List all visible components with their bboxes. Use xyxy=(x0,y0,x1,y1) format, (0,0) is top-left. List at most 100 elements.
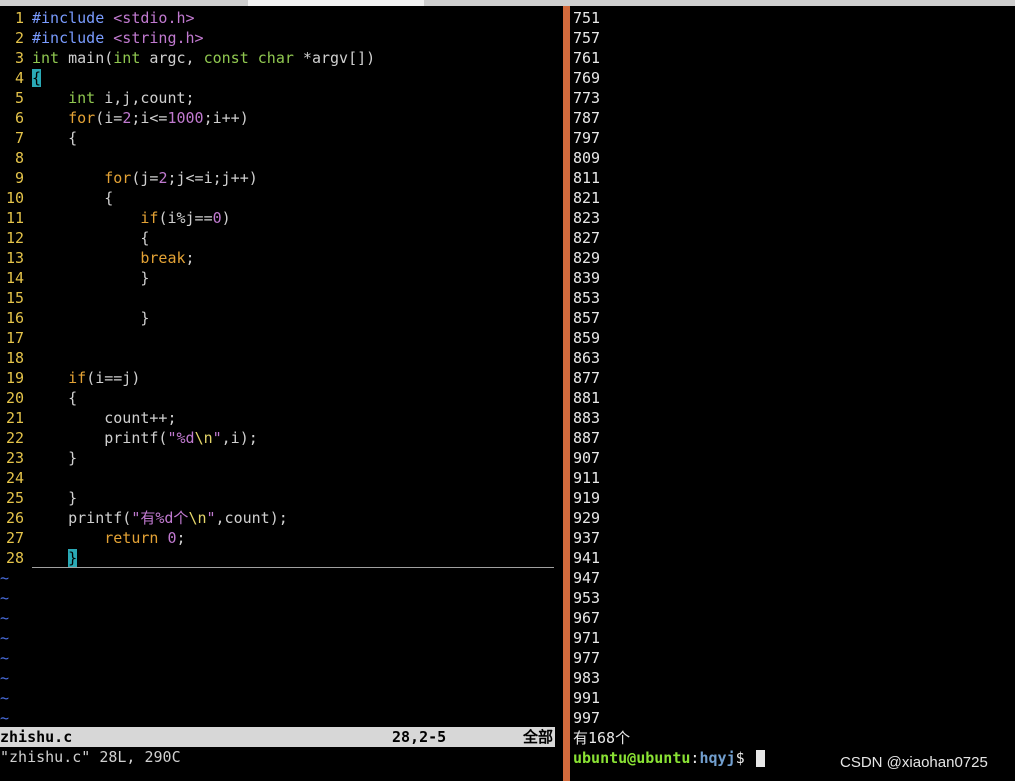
prompt-path: hqyj xyxy=(699,749,736,767)
code-line[interactable]: 9 for(j=2;j<=i;j++) xyxy=(0,168,258,188)
code-line[interactable]: 5 int i,j,count; xyxy=(0,88,195,108)
terminal-output-line: 983 xyxy=(573,669,601,687)
status-scroll-percent: 全部 xyxy=(522,728,553,746)
line-number: 21 xyxy=(5,409,24,427)
code-text: break; xyxy=(140,249,195,267)
code-text: } xyxy=(68,549,78,567)
terminal-output-line: 773 xyxy=(573,89,601,107)
code-text: count++; xyxy=(32,409,177,427)
terminal-output-line: 859 xyxy=(573,329,601,347)
code-text: } xyxy=(32,489,78,507)
terminal-output-line: 827 xyxy=(573,229,601,247)
line-number: 6 xyxy=(14,109,24,127)
line-number: 16 xyxy=(5,309,24,327)
code-line[interactable]: 12 { xyxy=(0,228,149,248)
empty-line-tilde: ~ xyxy=(0,689,10,707)
code-text: printf("%d\n",i); xyxy=(32,429,258,447)
code-text: #include <stdio.h> xyxy=(32,9,195,27)
line-number: 27 xyxy=(5,529,24,547)
terminal-output-line: 821 xyxy=(573,189,601,207)
code-line[interactable]: 26 printf("有%d个\n",count); xyxy=(0,508,288,528)
code-line[interactable]: 3 int main(int argc, const char *argv[]) xyxy=(0,48,375,68)
shell-prompt[interactable]: ubuntu@ubuntu:hqyj$ xyxy=(573,748,765,768)
terminal-output-line: 761 xyxy=(573,49,601,67)
line-number: 26 xyxy=(5,509,24,527)
status-filename: zhishu.c xyxy=(0,728,73,746)
code-text: { xyxy=(32,389,78,407)
line-number: 11 xyxy=(5,209,24,227)
code-text: { xyxy=(32,129,78,147)
code-line[interactable]: 11 if(i%j==0) xyxy=(0,208,231,228)
code-text: #include <string.h> xyxy=(32,29,204,47)
code-text: } xyxy=(32,269,150,287)
terminal-output-line: 977 xyxy=(573,649,601,667)
code-line[interactable]: 22 printf("%d\n",i); xyxy=(0,428,258,448)
code-line[interactable]: 10 { xyxy=(0,188,113,208)
line-number: 19 xyxy=(5,369,24,387)
code-line[interactable]: 2 #include <string.h> xyxy=(0,28,204,48)
status-cursor-position: 28,2-5 xyxy=(392,728,447,746)
code-text: if(i==j) xyxy=(68,369,141,387)
line-number: 5 xyxy=(14,89,24,107)
line-number: 25 xyxy=(5,489,24,507)
code-line[interactable]: 27 return 0; xyxy=(0,528,186,548)
code-line[interactable]: 14 } xyxy=(0,268,149,288)
code-line[interactable]: 7 { xyxy=(0,128,77,148)
line-number: 24 xyxy=(5,469,24,487)
code-text: return 0; xyxy=(104,529,186,547)
terminal-output-line: 929 xyxy=(573,509,601,527)
code-line[interactable]: 23 } xyxy=(0,448,77,468)
terminal-output-line: 937 xyxy=(573,529,601,547)
code-line[interactable]: 16 } xyxy=(0,308,149,328)
line-number: 2 xyxy=(14,29,24,47)
terminal-output-line: 941 xyxy=(573,549,601,567)
code-text: for(i=2;i<=1000;i++) xyxy=(68,109,249,127)
terminal-output-line: 997 xyxy=(573,709,601,727)
pane-divider[interactable] xyxy=(563,6,570,781)
line-number: 15 xyxy=(5,289,24,307)
code-line[interactable]: 20 { xyxy=(0,388,77,408)
code-text: if(i%j==0) xyxy=(140,209,231,227)
code-line[interactable]: 6 for(i=2;i<=1000;i++) xyxy=(0,108,249,128)
terminal-output-line: 967 xyxy=(573,609,601,627)
code-line[interactable]: 19 if(i==j) xyxy=(0,368,140,388)
code-line[interactable]: 13 break; xyxy=(0,248,195,268)
terminal-output-line: 863 xyxy=(573,349,601,367)
code-line[interactable]: 17 xyxy=(0,328,24,348)
line-number: 20 xyxy=(5,389,24,407)
terminal-cursor xyxy=(755,750,765,767)
empty-line-tilde: ~ xyxy=(0,649,10,667)
code-line[interactable]: 21 count++; xyxy=(0,408,177,428)
line-number: 8 xyxy=(14,149,24,167)
terminal-output-line: 881 xyxy=(573,389,601,407)
code-line[interactable]: 1 #include <stdio.h> xyxy=(0,8,195,28)
vim-editor-pane[interactable]: 1 #include <stdio.h> 2 #include <string.h> 3… xyxy=(0,6,563,781)
line-number: 13 xyxy=(5,249,24,267)
code-line[interactable]: 25 } xyxy=(0,488,77,508)
terminal-output-line: 971 xyxy=(573,629,601,647)
line-number: 17 xyxy=(5,329,24,347)
empty-line-tilde: ~ xyxy=(0,589,10,607)
code-line[interactable]: 4{ xyxy=(0,68,42,88)
code-line[interactable]: 24 xyxy=(0,468,24,488)
code-text: printf("有%d个\n",count); xyxy=(32,509,288,527)
code-text: { xyxy=(32,69,42,87)
terminal-output-line: 887 xyxy=(573,429,601,447)
terminal-output-line: 829 xyxy=(573,249,601,267)
cursorline-underline xyxy=(32,567,554,568)
code-line[interactable]: 18 xyxy=(0,348,24,368)
code-line[interactable]: 15 xyxy=(0,288,24,308)
csdn-watermark: CSDN @xiaohan0725 xyxy=(840,754,988,771)
code-line[interactable]: 8 xyxy=(0,148,24,168)
terminal-output-line: 883 xyxy=(573,409,601,427)
line-number: 1 xyxy=(14,9,24,27)
line-number: 3 xyxy=(14,49,24,67)
terminal-output-line: 823 xyxy=(573,209,601,227)
terminal-output-line: 769 xyxy=(573,69,601,87)
terminal-output-line: 911 xyxy=(573,469,601,487)
code-line[interactable]: 28 } xyxy=(0,548,78,568)
line-number: 9 xyxy=(14,169,24,187)
line-number: 23 xyxy=(5,449,24,467)
terminal-pane[interactable]: 751 757 761 769 773 787 797 809 811 821 823 827 829 8… xyxy=(570,6,1015,781)
terminal-output-line: 839 xyxy=(573,269,601,287)
